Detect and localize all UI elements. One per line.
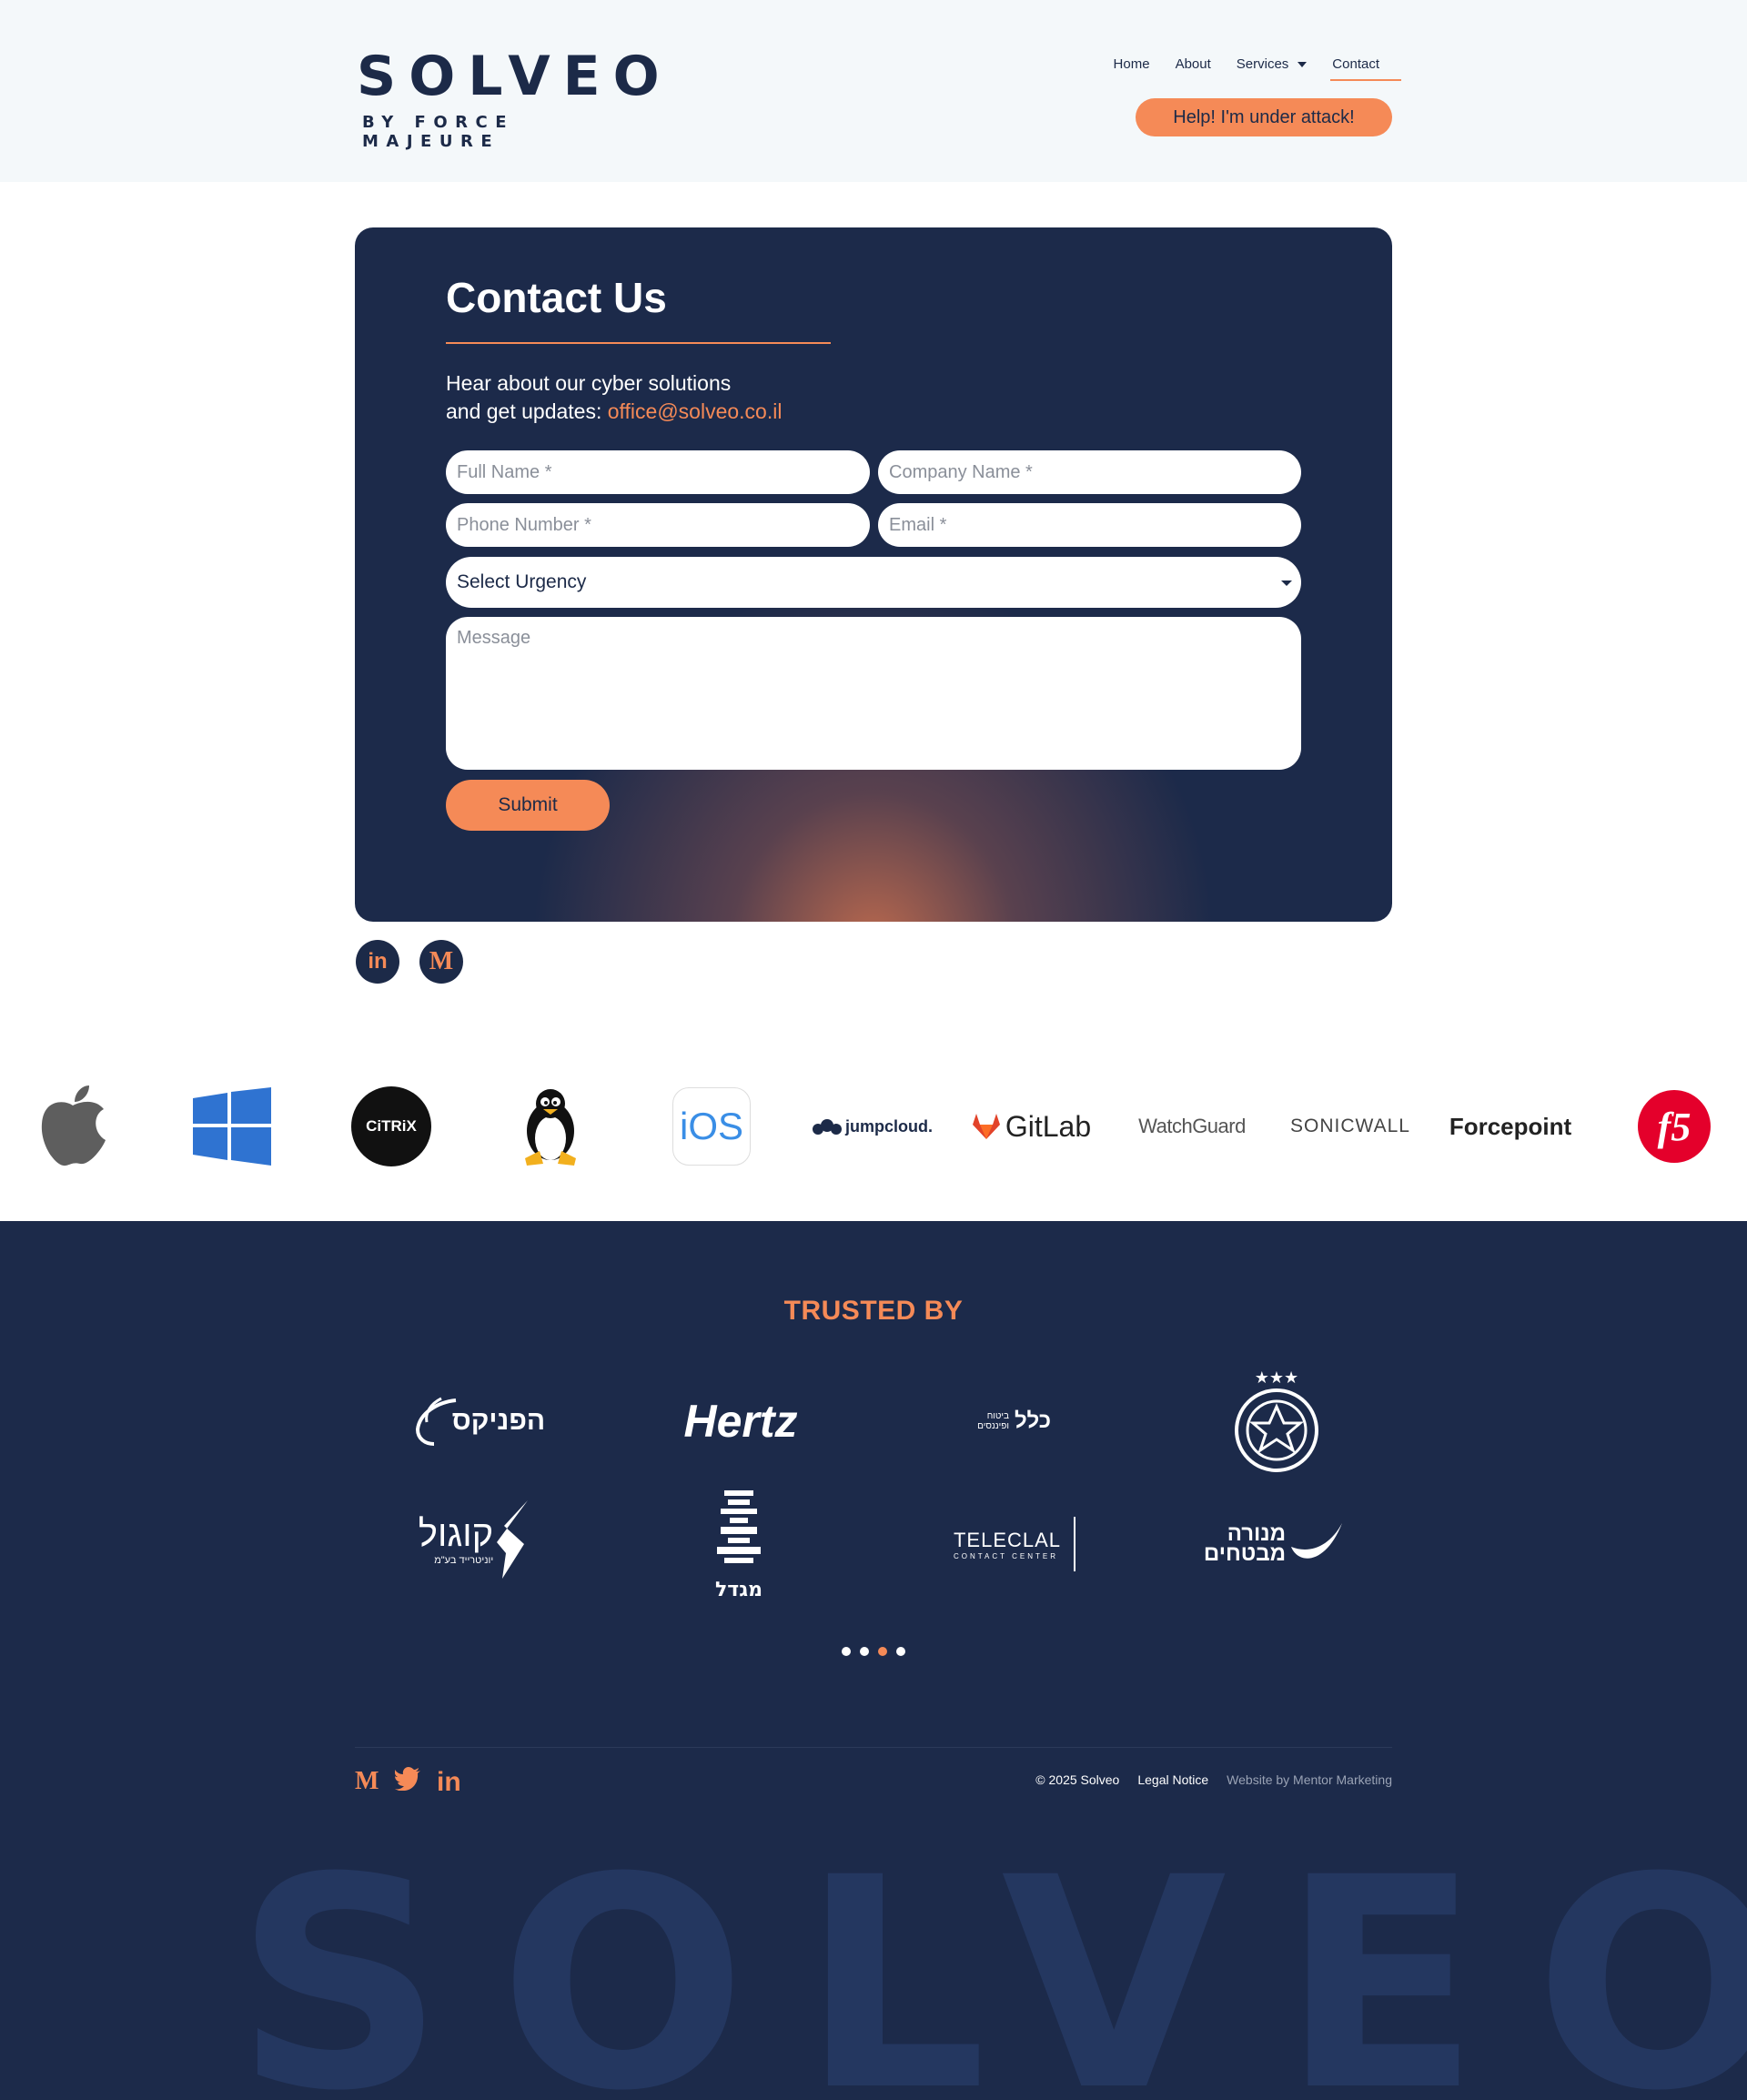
solveo-watermark: SOLVEO bbox=[235, 1816, 1747, 2100]
kogol-text: קוגול bbox=[418, 1513, 494, 1554]
clal-subtext: ביטוח ופיננסים bbox=[977, 1411, 1009, 1431]
client-migdal-logo: מגדל bbox=[702, 1490, 775, 1600]
watchguard-text: WatchGuard bbox=[1138, 1115, 1246, 1137]
gitlab-logo: GitLab bbox=[970, 1083, 1094, 1170]
website-credit-link[interactable]: Website by Mentor Marketing bbox=[1227, 1772, 1392, 1787]
nav-services-label: Services bbox=[1236, 56, 1289, 72]
teleclal-subtext: CONTACT CENTER bbox=[953, 1551, 1059, 1560]
carousel-dot-4[interactable] bbox=[896, 1647, 905, 1656]
citrix-text: CiTRiX bbox=[351, 1086, 431, 1166]
solveo-logo[interactable]: SOLVEO BY FORCE MAJEURE bbox=[357, 45, 672, 151]
nav-home[interactable]: Home bbox=[1101, 53, 1163, 81]
legal-notice-link[interactable]: Legal Notice bbox=[1137, 1772, 1208, 1787]
apple-logo-icon bbox=[27, 1083, 118, 1170]
contact-title: Contact Us bbox=[446, 274, 667, 321]
jumpcloud-text: jumpcloud. bbox=[845, 1116, 933, 1136]
f5-text: f5 bbox=[1638, 1090, 1711, 1163]
citrix-logo: CiTRiX bbox=[349, 1083, 433, 1170]
main-nav: Home About Services Contact bbox=[1101, 53, 1401, 81]
message-textarea[interactable] bbox=[446, 617, 1301, 770]
migdal-tower-icon: מגדל bbox=[715, 1490, 762, 1600]
client-clal-logo: ביטוח ופיננסים כלל bbox=[946, 1385, 1074, 1458]
copyright-text: © 2025 Solveo bbox=[1035, 1772, 1120, 1787]
site-footer: SOLVEO TRUSTED BY הפניקס Hertz ביטוח ופי… bbox=[0, 1221, 1747, 2100]
carousel-dot-2[interactable] bbox=[860, 1647, 869, 1656]
client-kogol-logo: קוגול יוניטרייד בע"מ bbox=[408, 1494, 544, 1585]
site-header: SOLVEO BY FORCE MAJEURE Home About Servi… bbox=[0, 0, 1747, 182]
client-hertz-logo: Hertz bbox=[668, 1385, 813, 1458]
contact-email-link[interactable]: office@solveo.co.il bbox=[608, 399, 783, 423]
urgency-select-value: Select Urgency bbox=[457, 571, 587, 592]
client-phoenix-logo: הפניקס bbox=[400, 1385, 555, 1458]
kogol-s-icon bbox=[497, 1500, 529, 1579]
footer-divider bbox=[355, 1747, 1392, 1748]
linkedin-icon[interactable]: in bbox=[437, 1767, 461, 1798]
sonicwall-text: SONICWALL bbox=[1290, 1116, 1410, 1136]
svg-text:★★★: ★★★ bbox=[1255, 1368, 1298, 1388]
contact-text-line1: Hear about our cyber solutions bbox=[446, 371, 732, 395]
chevron-down-icon bbox=[1298, 62, 1308, 68]
f5-logo: f5 bbox=[1631, 1083, 1718, 1170]
title-underline bbox=[446, 342, 831, 344]
linkedin-icon[interactable]: in bbox=[356, 940, 399, 984]
carousel-dots bbox=[0, 1647, 1747, 1656]
forcepoint-logo: Forcepoint bbox=[1449, 1083, 1572, 1170]
kogol-text-group: קוגול יוניטרייד בע"מ bbox=[419, 1514, 493, 1566]
forcepoint-text: Forcepoint bbox=[1449, 1112, 1572, 1140]
twitter-icon[interactable] bbox=[394, 1767, 420, 1797]
nav-services[interactable]: Services bbox=[1224, 53, 1320, 81]
jumpcloud-logo: jumpcloud. bbox=[810, 1083, 934, 1170]
contact-description: Hear about our cyber solutions and get u… bbox=[446, 369, 782, 426]
contact-card: Contact Us Hear about our cyber solution… bbox=[355, 227, 1392, 922]
client-maccabi-haifa-logo: ★★★ bbox=[1227, 1367, 1327, 1476]
nav-contact[interactable]: Contact bbox=[1319, 53, 1401, 81]
contact-text-line2: and get updates: office@solveo.co.il bbox=[446, 398, 782, 426]
client-menora-logo: מנורה מבטחים bbox=[1201, 1512, 1347, 1576]
kogol-subtext: יוניטרייד בע"מ bbox=[434, 1554, 494, 1566]
phoenix-text: הפניקס bbox=[451, 1406, 546, 1436]
carousel-dot-3[interactable] bbox=[878, 1647, 887, 1656]
under-attack-button[interactable]: Help! I'm under attack! bbox=[1136, 98, 1392, 136]
teleclal-text: TELECLAL bbox=[953, 1528, 1062, 1551]
maccabi-haifa-crest-icon: ★★★ bbox=[1235, 1368, 1318, 1472]
footer-links: © 2025 Solveo Legal Notice Website by Me… bbox=[1035, 1772, 1392, 1787]
teleclal-text-group: TELECLAL CONTACT CENTER bbox=[954, 1529, 1061, 1560]
contact-text-prefix: and get updates: bbox=[446, 399, 608, 423]
sonicwall-logo: SONICWALL bbox=[1288, 1083, 1412, 1170]
medium-icon[interactable]: M bbox=[355, 1767, 379, 1796]
logo-wordmark: SOLVEO bbox=[357, 45, 672, 108]
jumpcloud-icon bbox=[813, 1119, 842, 1135]
urgency-select[interactable]: Select Urgency bbox=[446, 557, 1301, 608]
client-teleclal-logo: TELECLAL CONTACT CENTER bbox=[946, 1512, 1083, 1576]
linux-tux-icon bbox=[510, 1083, 591, 1170]
hertz-text: Hertz bbox=[683, 1396, 798, 1447]
menora-text-group: מנורה מבטחים bbox=[1203, 1523, 1287, 1566]
phone-number-input[interactable] bbox=[446, 503, 870, 547]
teleclal-divider bbox=[1074, 1517, 1076, 1571]
carousel-dot-1[interactable] bbox=[842, 1647, 851, 1656]
chevron-down-icon bbox=[1281, 581, 1292, 586]
email-input[interactable] bbox=[878, 503, 1301, 547]
windows-logo-icon bbox=[187, 1083, 278, 1170]
submit-button[interactable]: Submit bbox=[446, 780, 610, 831]
full-name-input[interactable] bbox=[446, 450, 870, 494]
company-name-input[interactable] bbox=[878, 450, 1301, 494]
migdal-text: מגדל bbox=[715, 1579, 762, 1600]
watchguard-logo: WatchGuard bbox=[1130, 1083, 1254, 1170]
nav-about[interactable]: About bbox=[1163, 53, 1224, 81]
tech-logos-strip: CiTRiX iOS jumpcloud. GitLab WatchGuard … bbox=[0, 1065, 1747, 1187]
gitlab-fox-icon bbox=[972, 1114, 1000, 1139]
ios-logo: iOS bbox=[672, 1083, 752, 1170]
logo-tagline: BY FORCE MAJEURE bbox=[362, 113, 514, 151]
menora-wave-icon bbox=[1291, 1523, 1343, 1559]
gitlab-text: GitLab bbox=[1005, 1109, 1092, 1143]
medium-icon[interactable]: M bbox=[419, 940, 463, 984]
ios-text: iOS bbox=[672, 1087, 751, 1166]
trusted-by-heading: TRUSTED BY bbox=[783, 1296, 964, 1326]
clal-text: כלל bbox=[1014, 1408, 1051, 1433]
phoenix-bird-icon bbox=[415, 1397, 457, 1446]
menora-subtext: מבטחים bbox=[1203, 1541, 1287, 1566]
